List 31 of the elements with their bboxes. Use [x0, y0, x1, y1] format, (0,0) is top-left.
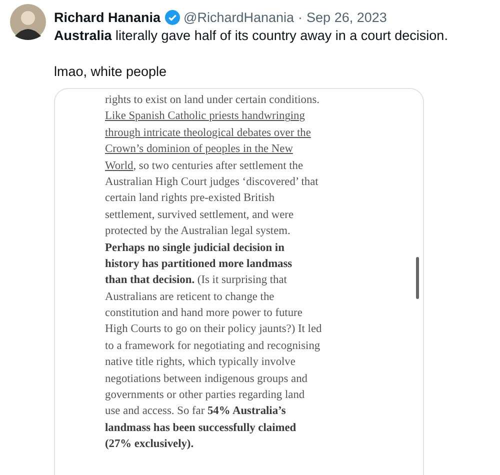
document-line: certain land rights pre-existed British — [105, 191, 276, 206]
document-line: negotiations between indigenous groups and — [105, 372, 308, 387]
document-line: High Courts to go on their policy jaunts?) It led — [105, 322, 323, 338]
document-line: settlement, survived settlement, and were — [105, 208, 295, 223]
post-date[interactable]: Sep 26, 2023 — [306, 10, 387, 25]
scrollbar[interactable] — [416, 257, 419, 299]
separator: · — [298, 10, 303, 25]
document-image[interactable] — [54, 88, 424, 475]
document-line: through intricate theological debates over the — [105, 126, 312, 141]
document-line: Crown’s dominion of peoples in the New — [105, 142, 294, 158]
document-line: Like Spanish Catholic priests handwringing — [105, 109, 306, 124]
document-line: Perhaps no single judicial decision in — [105, 240, 286, 256]
author-name[interactable]: Richard Hanania — [54, 10, 161, 25]
tweet-text: lmao, white people — [54, 64, 168, 79]
avatar[interactable] — [10, 4, 46, 40]
document-line: to a framework for negotiating and recognising — [105, 338, 322, 354]
document-line: (27% exclusively). — [105, 437, 195, 452]
document-line: native title rights, which typically involve — [105, 355, 296, 370]
document-line: landmass has been successfully claimed — [105, 420, 298, 436]
document-line: World, so two centuries after settlement the — [105, 158, 304, 174]
document-line: protected by the Australian legal system. — [105, 224, 292, 240]
author-handle[interactable]: @RichardHanania — [184, 10, 294, 25]
document-line: governments or other parties regarding land — [105, 388, 306, 404]
document-line: constitution and hand more power to future — [105, 306, 304, 322]
document-line: rights to exist on land under certain conditions. — [105, 93, 320, 108]
document-line: Australians are reticent to change the — [105, 290, 276, 305]
document-line: than that decision. (Is it surprising that — [105, 273, 288, 288]
document-line: history has partitioned more landmass — [105, 256, 294, 272]
document-line: Australian High Court judges ‘discovered’ that — [105, 174, 320, 190]
document-line: use and access. So far 54% Australia’s — [105, 404, 287, 420]
tweet-text: Australia literally gave half of its country away in a court decision. — [54, 28, 449, 43]
